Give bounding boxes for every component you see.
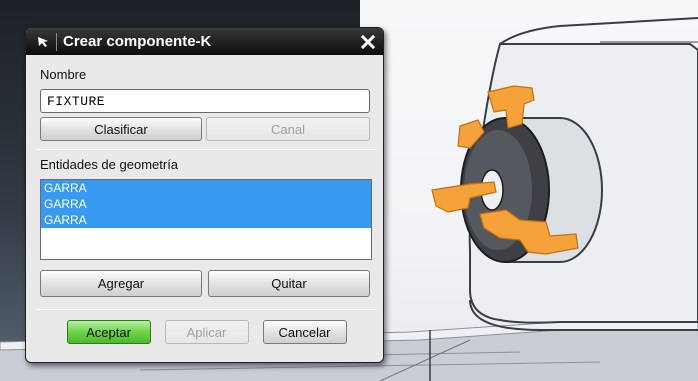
channel-button[interactable]: Canal [206,117,370,141]
create-component-dialog: Crear componente-K Nombre Clasificar Can… [25,27,384,363]
name-input[interactable] [40,89,370,113]
geometry-list[interactable]: GARRA GARRA GARRA [40,179,372,260]
dialog-titlebar[interactable]: Crear componente-K [26,28,383,55]
arrow-cursor-icon [32,32,54,52]
add-button[interactable]: Agregar [40,270,202,297]
titlebar-separator [56,32,57,51]
dialog-body: Nombre Clasificar Canal Entidades de geo… [26,55,383,344]
dialog-title: Crear componente-K [63,33,212,50]
list-actions-row: Agregar Quitar [40,270,373,297]
section-divider [36,149,377,150]
cancel-button[interactable]: Cancelar [262,320,347,344]
list-item[interactable]: GARRA [41,212,371,228]
classify-row: Clasificar Canal [40,117,373,141]
footer-divider [36,309,377,310]
dialog-footer: Aceptar Aplicar Cancelar [40,320,373,344]
geometry-label: Entidades de geometría [40,157,179,172]
name-label: Nombre [40,67,87,82]
remove-button[interactable]: Quitar [208,270,370,297]
classify-button[interactable]: Clasificar [40,117,202,141]
ok-button[interactable]: Aceptar [66,320,151,344]
list-item[interactable]: GARRA [41,180,371,196]
list-item[interactable]: GARRA [41,196,371,212]
close-icon[interactable] [359,33,377,51]
apply-button[interactable]: Aplicar [164,320,249,344]
